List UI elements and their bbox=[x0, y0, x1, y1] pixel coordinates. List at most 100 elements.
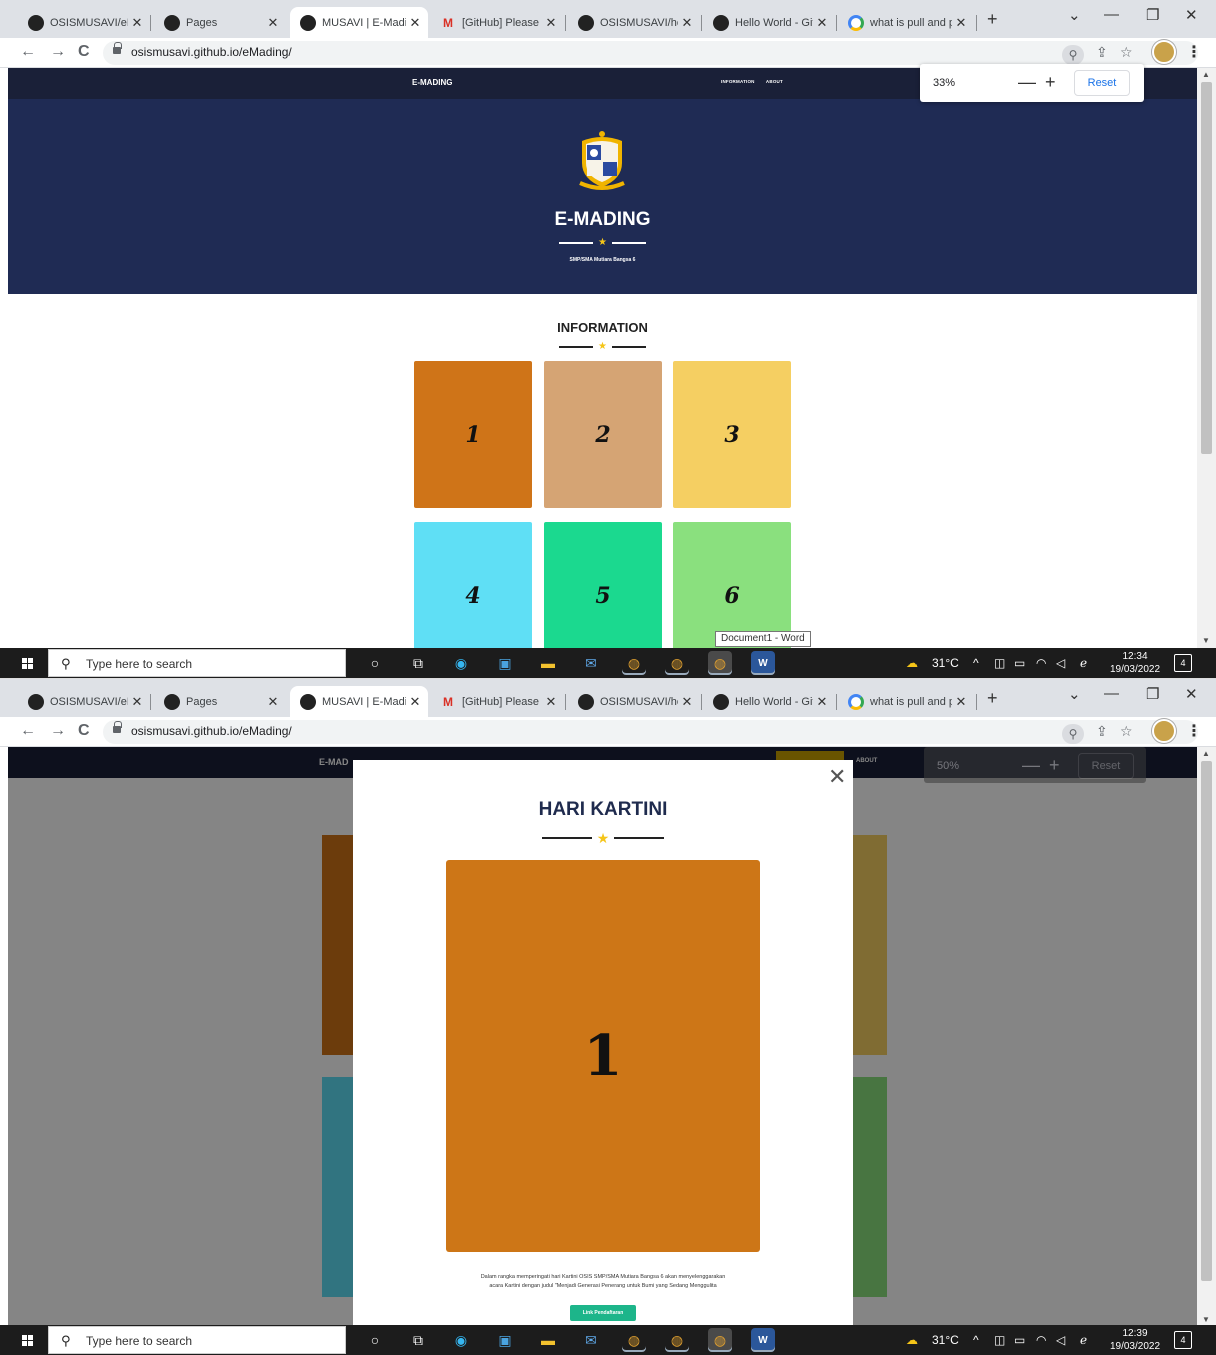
cortana-icon[interactable]: ○ bbox=[363, 651, 387, 675]
nav-link-about[interactable]: ABOUT bbox=[766, 79, 783, 84]
word-icon[interactable]: W bbox=[751, 1328, 775, 1352]
chrome-icon[interactable]: ◍ bbox=[622, 1328, 646, 1352]
edge-icon[interactable]: ◉ bbox=[449, 1328, 473, 1352]
nav-link-information[interactable]: INFORMATION bbox=[721, 79, 755, 84]
taskbar-search[interactable]: ⚲ Type here to search bbox=[48, 1326, 346, 1354]
browser-tab[interactable]: OSISMUSAVI/eM ✕ bbox=[18, 7, 150, 38]
close-icon[interactable]: ✕ bbox=[952, 694, 970, 710]
site-brand[interactable]: E-MADING bbox=[412, 78, 452, 87]
file-explorer-icon[interactable]: ▬ bbox=[536, 1328, 560, 1352]
close-icon[interactable]: ✕ bbox=[406, 15, 424, 31]
tray-chevron-icon[interactable]: ^ bbox=[973, 656, 979, 670]
close-icon[interactable]: ✕ bbox=[542, 694, 560, 710]
browser-tab-active[interactable]: MUSAVI | E-Madi ✕ bbox=[290, 7, 428, 38]
forward-icon[interactable]: → bbox=[50, 43, 66, 61]
notification-center-icon[interactable]: 4 bbox=[1174, 1331, 1192, 1349]
info-card[interactable]: 2 bbox=[544, 361, 662, 508]
browser-tab[interactable]: OSISMUSAVI/hel ✕ bbox=[568, 7, 700, 38]
chrome-icon[interactable]: ◍ bbox=[708, 1328, 732, 1352]
page-scrollbar[interactable]: ▲ ▼ bbox=[1197, 747, 1216, 1327]
close-icon[interactable]: ✕ bbox=[678, 15, 696, 31]
wifi-icon[interactable]: ◠ bbox=[1036, 1333, 1046, 1347]
browser-tab[interactable]: what is pull and p ✕ bbox=[838, 7, 974, 38]
zoom-out-button[interactable]: — bbox=[1018, 72, 1036, 93]
pen-icon[interactable]: ℯ bbox=[1080, 656, 1087, 670]
zoom-in-button[interactable]: + bbox=[1049, 755, 1060, 776]
network-icon[interactable]: ▭ bbox=[1014, 1333, 1025, 1347]
reload-icon[interactable]: C bbox=[78, 722, 90, 740]
taskbar-clock[interactable]: 12:39 19/03/2022 bbox=[1106, 1327, 1164, 1353]
info-card[interactable]: 6 bbox=[673, 522, 791, 648]
zoom-icon[interactable]: ⚲ bbox=[1062, 45, 1084, 65]
chrome-icon[interactable]: ◍ bbox=[665, 1328, 689, 1352]
volume-icon[interactable]: ◁ bbox=[1056, 1333, 1065, 1347]
browser-tab[interactable]: Pages ✕ bbox=[154, 686, 286, 717]
zoom-reset-button[interactable]: Reset bbox=[1078, 753, 1134, 779]
browser-tab-active[interactable]: MUSAVI | E-Madi ✕ bbox=[290, 686, 428, 717]
close-icon[interactable]: ✕ bbox=[128, 15, 146, 31]
new-tab-button[interactable]: + bbox=[987, 688, 998, 709]
store-icon[interactable]: ▣ bbox=[493, 1328, 517, 1352]
reload-icon[interactable]: C bbox=[78, 43, 90, 61]
windows-start-icon[interactable] bbox=[22, 658, 33, 669]
task-view-icon[interactable]: ⧉ bbox=[406, 1328, 430, 1352]
back-icon[interactable]: ← bbox=[20, 722, 36, 740]
close-icon[interactable]: ✕ bbox=[264, 694, 282, 710]
menu-kebab-icon[interactable]: ⋮ bbox=[1186, 42, 1202, 62]
zoom-icon[interactable]: ⚲ bbox=[1062, 724, 1084, 744]
bookmark-star-icon[interactable]: ☆ bbox=[1120, 723, 1133, 740]
browser-tab[interactable]: Pages ✕ bbox=[154, 7, 286, 38]
browser-tab[interactable]: M [GitHub] Please r ✕ bbox=[430, 686, 564, 717]
network-icon[interactable]: ▭ bbox=[1014, 656, 1025, 670]
edge-icon[interactable]: ◉ bbox=[449, 651, 473, 675]
close-icon[interactable]: ✕ bbox=[678, 694, 696, 710]
info-card[interactable]: 3 bbox=[673, 361, 791, 508]
zoom-in-button[interactable]: + bbox=[1045, 72, 1056, 93]
back-icon[interactable]: ← bbox=[20, 43, 36, 61]
info-card[interactable]: 4 bbox=[414, 522, 532, 648]
store-icon[interactable]: ▣ bbox=[493, 651, 517, 675]
chrome-icon[interactable]: ◍ bbox=[665, 651, 689, 675]
close-icon[interactable]: ✕ bbox=[128, 694, 146, 710]
registration-link-button[interactable]: Link Pendaftaran bbox=[570, 1305, 636, 1321]
taskbar-search[interactable]: ⚲ Type here to search bbox=[48, 649, 346, 677]
browser-tab[interactable]: OSISMUSAVI/hel ✕ bbox=[568, 686, 700, 717]
new-tab-button[interactable]: + bbox=[987, 9, 998, 30]
browser-tab[interactable]: Hello World - Git ✕ bbox=[703, 7, 835, 38]
page-scrollbar[interactable]: ▲ ▼ bbox=[1197, 68, 1216, 648]
tray-app-icon[interactable]: ◫ bbox=[994, 1333, 1005, 1347]
file-explorer-icon[interactable]: ▬ bbox=[536, 651, 560, 675]
address-bar[interactable]: osismusavi.github.io/eMading/ ⚲ ⇪ ☆ bbox=[103, 720, 1198, 744]
weather-temp[interactable]: 31°C bbox=[932, 1333, 959, 1347]
tray-chevron-icon[interactable]: ^ bbox=[973, 1333, 979, 1347]
windows-start-icon[interactable] bbox=[22, 1335, 33, 1346]
notification-center-icon[interactable]: 4 bbox=[1174, 654, 1192, 672]
mail-icon[interactable]: ✉ bbox=[579, 1328, 603, 1352]
restore-button[interactable]: ❐ bbox=[1146, 685, 1159, 703]
browser-tab[interactable]: OSISMUSAVI/eM ✕ bbox=[18, 686, 150, 717]
minimize-button[interactable]: — bbox=[1104, 6, 1119, 23]
taskbar-clock[interactable]: 12:34 19/03/2022 bbox=[1106, 650, 1164, 676]
chrome-icon[interactable]: ◍ bbox=[708, 651, 732, 675]
forward-icon[interactable]: → bbox=[50, 722, 66, 740]
task-view-icon[interactable]: ⧉ bbox=[406, 651, 430, 675]
close-icon[interactable]: ✕ bbox=[406, 694, 424, 710]
restore-button[interactable]: ❐ bbox=[1146, 6, 1159, 24]
zoom-out-button[interactable]: — bbox=[1022, 755, 1040, 776]
tab-search-icon[interactable]: ⌄ bbox=[1068, 685, 1081, 703]
weather-temp[interactable]: 31°C bbox=[932, 656, 959, 670]
wifi-icon[interactable]: ◠ bbox=[1036, 656, 1046, 670]
info-card[interactable]: 5 bbox=[544, 522, 662, 648]
tray-app-icon[interactable]: ◫ bbox=[994, 656, 1005, 670]
close-icon[interactable]: ✕ bbox=[828, 766, 846, 788]
share-icon[interactable]: ⇪ bbox=[1096, 723, 1108, 740]
tab-search-icon[interactable]: ⌄ bbox=[1068, 6, 1081, 24]
close-icon[interactable]: ✕ bbox=[813, 15, 831, 31]
bookmark-star-icon[interactable]: ☆ bbox=[1120, 44, 1133, 61]
chrome-icon[interactable]: ◍ bbox=[622, 651, 646, 675]
menu-kebab-icon[interactable]: ⋮ bbox=[1186, 721, 1202, 741]
close-icon[interactable]: ✕ bbox=[542, 15, 560, 31]
browser-tab[interactable]: what is pull and p ✕ bbox=[838, 686, 974, 717]
word-icon[interactable]: W bbox=[751, 651, 775, 675]
profile-avatar[interactable] bbox=[1152, 719, 1176, 743]
